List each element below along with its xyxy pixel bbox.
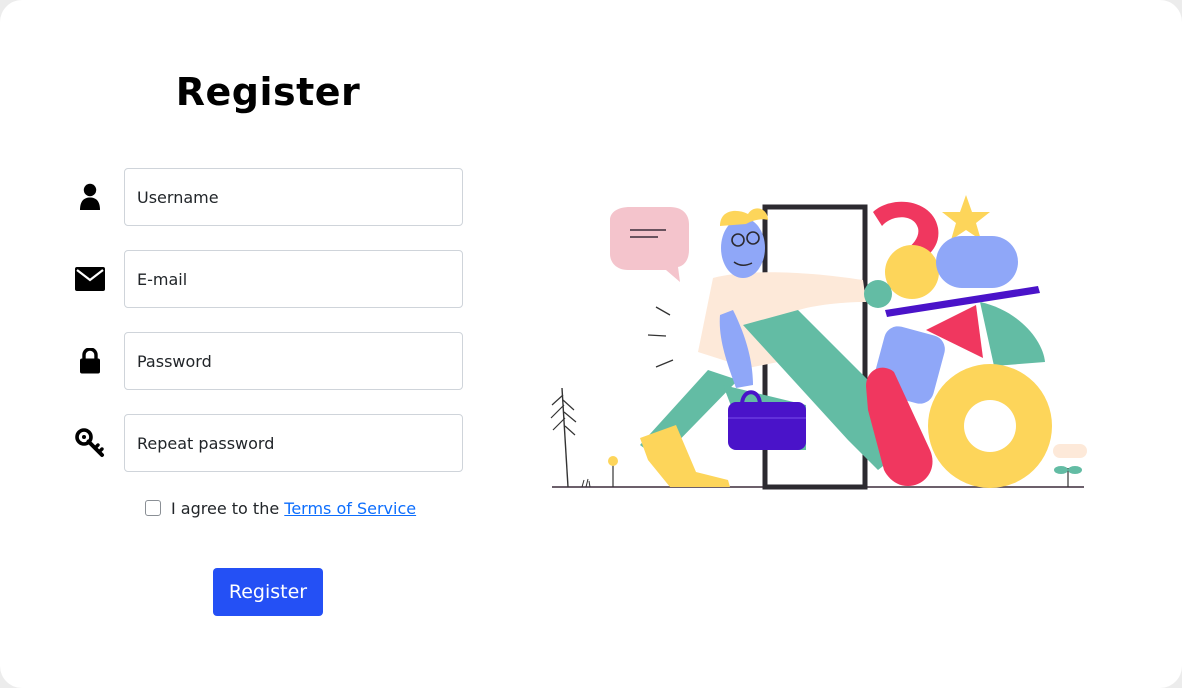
email-input[interactable] bbox=[124, 250, 463, 308]
repeat-password-input[interactable] bbox=[124, 414, 463, 472]
repeat-password-row bbox=[70, 414, 470, 472]
terms-label: I agree to the bbox=[171, 498, 285, 518]
terms-checkbox[interactable] bbox=[145, 500, 161, 516]
register-card: Register Username E-mail I agree to the … bbox=[0, 0, 1182, 688]
terms-link[interactable]: Terms of Service bbox=[284, 499, 416, 518]
username-row bbox=[70, 168, 470, 226]
terms-row: I agree to the Terms of Service bbox=[145, 497, 416, 519]
person-walking-through-door-illustration bbox=[550, 195, 1087, 490]
speech-bubble-icon bbox=[610, 207, 689, 282]
password-row bbox=[70, 332, 470, 390]
username-input[interactable] bbox=[124, 168, 463, 226]
user-icon bbox=[70, 180, 110, 214]
lock-icon bbox=[70, 344, 110, 378]
register-button[interactable]: Register bbox=[213, 568, 323, 616]
envelope-icon bbox=[70, 262, 110, 296]
password-input[interactable] bbox=[124, 332, 463, 390]
motion-lines bbox=[647, 306, 674, 368]
email-row bbox=[70, 250, 470, 308]
plant-left-icon bbox=[550, 387, 618, 488]
page-title: Register bbox=[175, 70, 361, 114]
shapes-pile bbox=[864, 195, 1052, 488]
key-icon bbox=[70, 426, 110, 460]
plant-right-icon bbox=[1053, 444, 1087, 487]
